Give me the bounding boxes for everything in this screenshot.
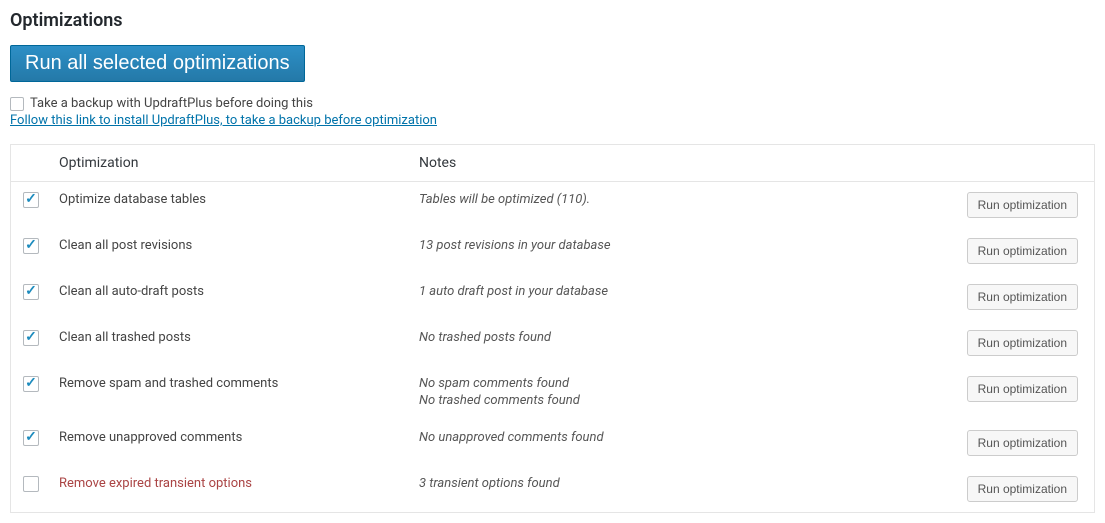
table-row: Optimize database tables Tables will be o… [11,182,1095,229]
run-all-button[interactable]: Run all selected optimizations [10,45,305,82]
optimization-name: Remove expired transient options [59,476,252,491]
row-checkbox[interactable] [23,330,39,346]
optimization-note: No spam comments found [419,376,925,391]
row-checkbox[interactable] [23,238,39,254]
optimization-note: No trashed comments found [419,393,925,408]
run-optimization-button[interactable]: Run optimization [967,284,1078,310]
optimization-name: Clean all trashed posts [59,330,191,345]
optimizations-table: Optimization Notes Optimize database tab… [10,144,1095,513]
row-checkbox[interactable] [23,430,39,446]
row-checkbox[interactable] [23,376,39,392]
optimization-note: 3 transient options found [419,476,925,491]
table-row: Clean all trashed posts No trashed posts … [11,320,1095,366]
run-optimization-button[interactable]: Run optimization [967,192,1078,218]
optimization-name: Optimize database tables [59,192,206,207]
run-optimization-button[interactable]: Run optimization [967,430,1078,456]
col-checkbox-header [11,145,50,182]
run-optimization-button[interactable]: Run optimization [967,376,1078,402]
row-checkbox[interactable] [23,284,39,300]
optimization-note: 1 auto draft post in your database [419,284,925,299]
optimization-note: 13 post revisions in your database [419,238,925,253]
backup-checkbox-label: Take a backup with UpdraftPlus before do… [30,96,313,111]
run-optimization-button[interactable]: Run optimization [967,238,1078,264]
table-row: Clean all auto-draft posts 1 auto draft p… [11,274,1095,320]
run-optimization-button[interactable]: Run optimization [967,330,1078,356]
optimization-note: Tables will be optimized (110). [419,192,925,207]
optimization-name: Remove spam and trashed comments [59,376,278,391]
optimization-note: No trashed posts found [419,330,925,345]
col-optimization-header: Optimization [49,145,409,182]
col-action-header [935,145,1095,182]
optimization-name: Clean all post revisions [59,238,192,253]
page-title: Optimizations [10,10,1095,31]
row-checkbox[interactable] [23,192,39,208]
col-notes-header: Notes [409,145,935,182]
run-optimization-button[interactable]: Run optimization [967,476,1078,502]
optimization-name: Clean all auto-draft posts [59,284,204,299]
table-row: Clean all post revisions 13 post revision… [11,228,1095,274]
install-updraftplus-link[interactable]: Follow this link to install UpdraftPlus,… [10,113,437,128]
backup-checkbox[interactable] [10,97,24,111]
optimization-note: No unapproved comments found [419,430,925,445]
optimization-name: Remove unapproved comments [59,430,242,445]
row-checkbox[interactable] [23,476,39,492]
table-row: Remove unapproved comments No unapproved … [11,420,1095,466]
table-row: Remove spam and trashed comments No spam … [11,366,1095,420]
